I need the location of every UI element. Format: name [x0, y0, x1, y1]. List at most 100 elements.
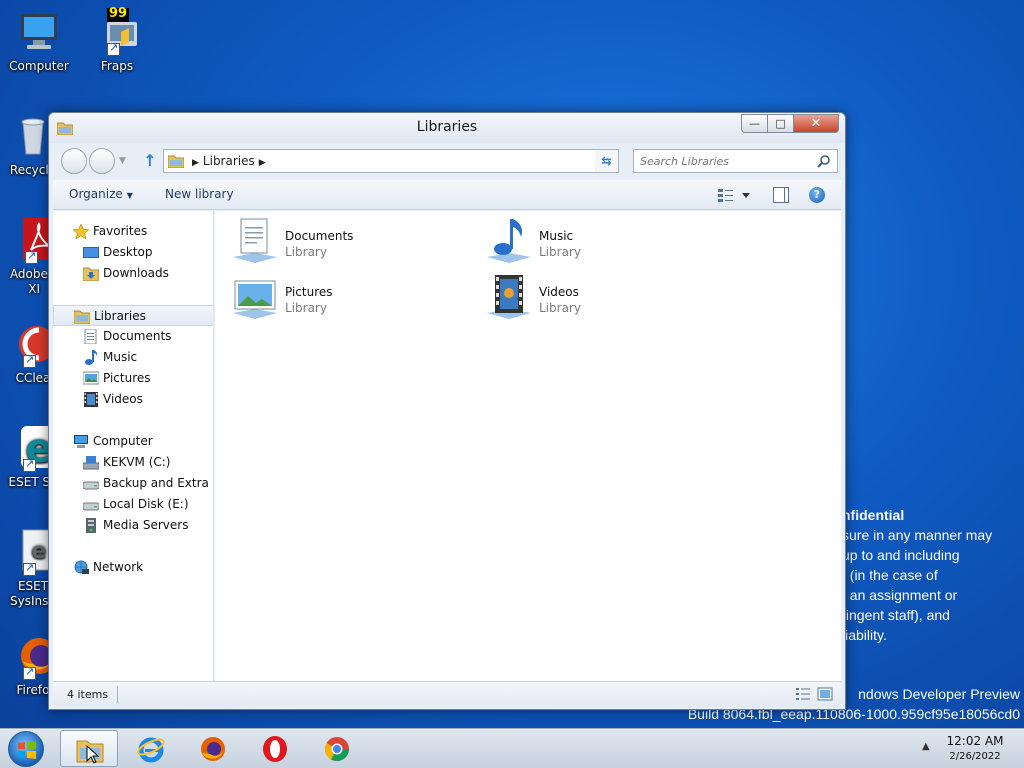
nav-favorites[interactable]: Favorites [53, 221, 213, 242]
downloads-folder-icon [83, 267, 99, 281]
videos-icon [84, 392, 98, 407]
close-button[interactable]: ✕ [793, 114, 839, 133]
nav-documents[interactable]: Documents [53, 326, 213, 347]
nav-buttons: ▼ [61, 148, 131, 174]
taskbar: ▲ 12:02 AM 2/26/2022 [0, 728, 1024, 768]
fraps-icon: 99 [93, 6, 141, 56]
nav-music[interactable]: Music [53, 347, 213, 368]
nav-label: KEKVM (C:) [103, 455, 171, 469]
help-button[interactable]: ? [809, 187, 825, 203]
up-arrow-icon[interactable]: ↑ [141, 151, 159, 171]
back-button[interactable] [61, 148, 87, 174]
start-button[interactable] [8, 731, 44, 767]
watermark-line: f an assignment or [842, 587, 958, 603]
search-input[interactable] [634, 150, 804, 172]
nav-label: Local Disk (E:) [103, 497, 189, 511]
watermark-line: up to and including [842, 547, 960, 563]
star-icon [73, 224, 89, 239]
view-options-icon [718, 189, 750, 202]
nav-drive-backup[interactable]: Backup and Extra Sto [53, 473, 213, 494]
chevron-down-icon: ▼ [126, 191, 133, 200]
refresh-button[interactable]: ⇆ [595, 149, 619, 173]
taskbar-firefox[interactable] [184, 730, 242, 767]
shortcut-arrow-icon [25, 249, 38, 264]
taskbar-internet-explorer[interactable] [122, 730, 180, 767]
change-view-button[interactable] [717, 187, 753, 203]
organize-label: Organize [69, 187, 123, 201]
status-bar: 4 items [53, 681, 841, 707]
library-type: Library [539, 301, 581, 315]
drive-icon [83, 481, 99, 490]
library-music[interactable]: Music Library [485, 217, 725, 269]
nav-drive-e[interactable]: Local Disk (E:) [53, 494, 213, 515]
nav-computer[interactable]: Computer [53, 431, 213, 452]
nav-network[interactable]: Network [53, 557, 213, 578]
show-hidden-icons-button[interactable]: ▲ [922, 741, 930, 752]
nav-downloads[interactable]: Downloads [53, 263, 213, 284]
explorer-window: Libraries — □ ✕ ▼ ↑ ▶ Libraries ▶ ▼ ⇆ Orga… [48, 112, 846, 710]
desktop-icon-computer[interactable]: Computer [0, 8, 78, 74]
search-box[interactable] [633, 149, 838, 173]
chrome-icon [324, 737, 349, 762]
nav-pictures[interactable]: Pictures [53, 368, 213, 389]
media-server-icon [86, 518, 96, 533]
nav-label: Videos [103, 392, 143, 406]
nav-label: Network [93, 560, 144, 574]
nav-label: Computer [93, 434, 153, 448]
watermark-line: tingent staff), and [842, 607, 950, 623]
breadcrumb[interactable]: ▶ Libraries ▶ [188, 154, 270, 168]
taskbar-chrome[interactable] [308, 730, 366, 767]
internet-explorer-icon [137, 737, 165, 763]
system-clock[interactable]: 12:02 AM 2/26/2022 [940, 733, 1010, 764]
details-view-icon[interactable] [795, 687, 811, 701]
organize-button[interactable]: Organize ▼ [69, 187, 133, 201]
nav-desktop[interactable]: Desktop [53, 242, 213, 263]
recent-pages-dropdown[interactable]: ▼ [119, 156, 126, 166]
nav-libraries[interactable]: Libraries [53, 305, 213, 326]
new-library-button[interactable]: New library [165, 187, 234, 201]
clock-date: 2/26/2022 [949, 751, 1001, 762]
windows-logo-icon [18, 741, 36, 759]
breadcrumb-libraries[interactable]: Libraries [203, 154, 255, 168]
nav-label: Documents [103, 329, 172, 343]
address-row: ▼ ↑ ▶Libraries▶ ▼ ⇆ [49, 145, 845, 177]
shortcut-arrow-icon [23, 665, 36, 680]
nav-label: Pictures [103, 371, 151, 385]
library-name: Documents [285, 229, 354, 243]
chevron-right-icon[interactable]: ▶ [259, 158, 266, 168]
watermark-line: sure in any manner may [842, 527, 993, 543]
desktop-icon-fraps[interactable]: 99 Fraps [78, 6, 156, 74]
library-pictures[interactable]: Pictures Library [231, 273, 471, 325]
library-documents[interactable]: Documents Library [231, 217, 471, 269]
nav-label: Downloads [103, 266, 169, 280]
computer-icon [74, 435, 88, 448]
nav-media-servers[interactable]: Media Servers [53, 515, 213, 536]
system-drive-icon [83, 456, 99, 470]
desktop-icon-label: Computer [9, 59, 69, 73]
network-icon [74, 560, 89, 574]
minimize-button[interactable]: — [741, 114, 767, 133]
chevron-right-icon[interactable]: ▶ [192, 158, 199, 168]
address-bar[interactable]: ▶Libraries▶ ▼ [163, 149, 619, 173]
library-type: Library [539, 245, 581, 259]
drive-icon [83, 502, 99, 511]
status-divider [117, 686, 118, 703]
firefox-icon [201, 737, 225, 761]
library-videos[interactable]: Videos Library [485, 273, 725, 325]
music-library-icon [487, 219, 531, 263]
shortcut-arrow-icon [23, 457, 36, 472]
preview-pane-button[interactable] [773, 187, 789, 203]
title-bar[interactable]: Libraries — □ ✕ [49, 113, 845, 143]
forward-button[interactable] [89, 148, 115, 174]
music-note-icon [85, 350, 98, 365]
large-icons-view-icon[interactable] [817, 687, 833, 701]
fraps-badge: 99 [109, 6, 128, 21]
shortcut-arrow-icon [107, 41, 120, 56]
nav-label: Backup and Extra Sto [103, 476, 213, 490]
library-type: Library [285, 245, 327, 259]
maximize-button[interactable]: □ [767, 114, 793, 133]
taskbar-opera[interactable] [246, 730, 304, 767]
nav-drive-c[interactable]: KEKVM (C:) [53, 452, 213, 473]
nav-videos[interactable]: Videos [53, 389, 213, 410]
shortcut-arrow-icon [23, 353, 36, 368]
